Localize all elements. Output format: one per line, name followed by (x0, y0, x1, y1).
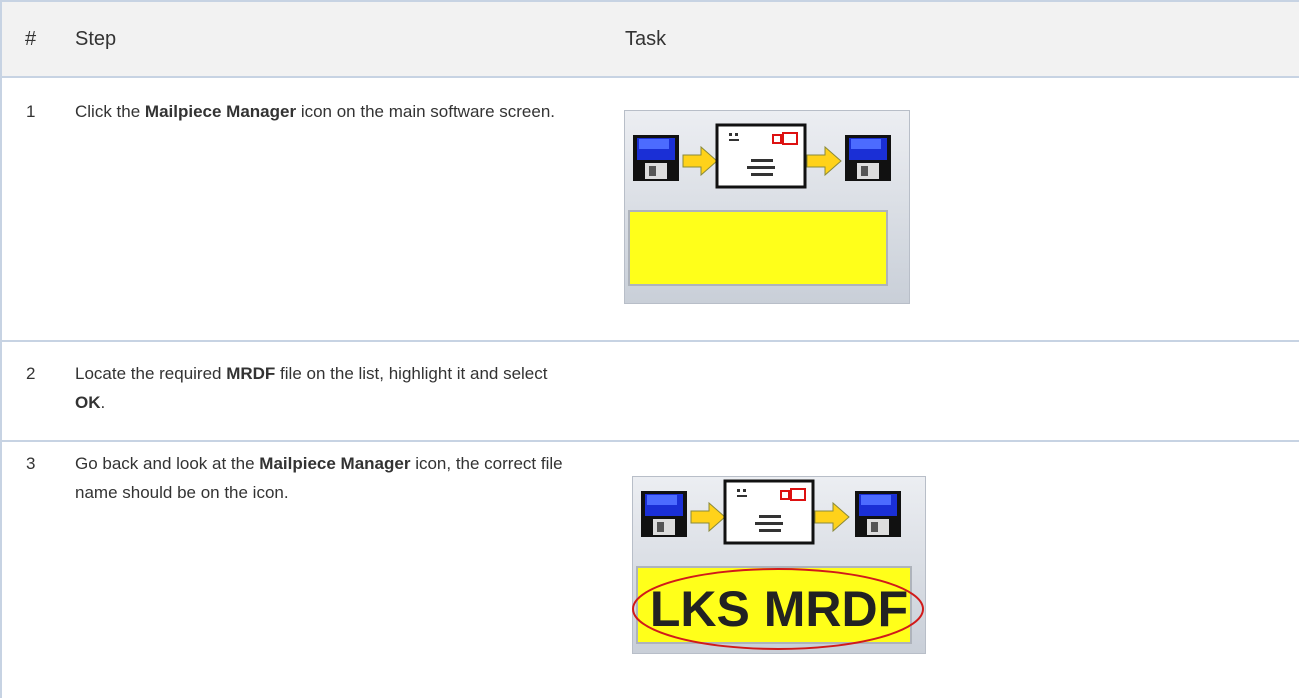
header-number: # (25, 28, 37, 50)
step-bold-term: MRDF (226, 364, 276, 383)
arrow-right-icon (806, 145, 842, 177)
table-row-2: 2 Locate the required MRDF file on the l… (2, 340, 1299, 440)
step-text-part: Go back and look at the (75, 454, 260, 473)
file-name-label (628, 210, 888, 286)
floppy-disk-icon (845, 135, 891, 181)
header-step: Step (75, 28, 117, 50)
row-number: 1 (26, 102, 36, 121)
step-text-1: Click the Mailpiece Manager icon on the … (75, 97, 575, 126)
header-task: Task (625, 28, 667, 50)
step-text-3: Go back and look at the Mailpiece Manage… (75, 449, 575, 507)
step-bold-term: OK (75, 393, 101, 412)
row-number: 2 (26, 364, 36, 383)
mailpiece-manager-icon-with-file-name: LKS MRDF (632, 476, 926, 654)
highlight-circle (632, 568, 924, 650)
step-text-part: icon on the main software screen. (296, 102, 556, 121)
procedure-table: # Step Task 1 Click the Mailpiece Manage… (0, 0, 1299, 698)
table-header: # Step Task (2, 0, 1299, 76)
step-text-part: Click the (75, 102, 145, 121)
mailpiece-manager-icon-graphic (628, 123, 891, 286)
table-row-1: 1 Click the Mailpiece Manager icon on th… (2, 76, 1299, 340)
envelope-icon (715, 123, 807, 189)
step-bold-term: Mailpiece Manager (144, 102, 297, 121)
step-bold-term: Mailpiece Manager (259, 454, 411, 473)
step-text-2: Locate the required MRDF file on the lis… (75, 359, 575, 417)
table-row-3: 3 Go back and look at the Mailpiece Mana… (2, 440, 1299, 698)
arrow-right-icon (682, 145, 718, 177)
step-text-part: Locate the required (75, 364, 227, 383)
step-text-part: file on the list, highlight it and selec… (275, 364, 548, 383)
step-text-part: . (100, 393, 106, 412)
row-number: 3 (26, 454, 36, 473)
mailpiece-manager-icon (624, 110, 910, 304)
floppy-disk-icon (633, 135, 679, 181)
